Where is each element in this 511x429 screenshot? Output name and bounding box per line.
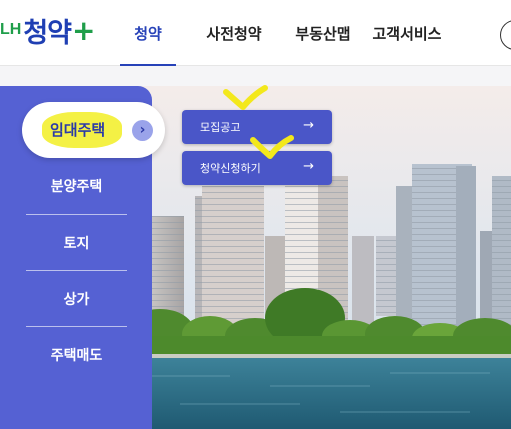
nav-item-customer-service[interactable]: 고객서비스 <box>370 0 444 66</box>
sidebar-item-sale-housing[interactable]: 분양주택 <box>26 158 127 214</box>
chevron-right-icon: › <box>132 120 153 141</box>
logo-prefix: LH <box>0 21 22 38</box>
submenu-notice-label: 모집공고 <box>200 121 241 134</box>
submenu-notice-button[interactable]: 모집공고 → <box>182 110 332 144</box>
logo-plus: + <box>72 13 96 47</box>
lh-cheongyak-logo[interactable]: LH 청약 + <box>0 10 95 50</box>
sidebar-item-rental-housing[interactable]: 임대주택 › <box>22 102 165 158</box>
nav-item-cheongyak[interactable]: 청약 <box>120 0 176 67</box>
main-nav: 청약 사전청약 부동산맵 고객서비스 <box>120 0 444 67</box>
arrow-right-icon: → <box>303 118 314 133</box>
sidebar-active-label: 임대주택 <box>50 121 106 139</box>
logo-name: 청약 <box>23 17 72 49</box>
site-header: LH 청약 + 청약 사전청약 부동산맵 고객서비스 <box>0 0 511 67</box>
nav-item-real-estate-map[interactable]: 부동산맵 <box>284 0 362 66</box>
submenu-apply-label: 청약신청하기 <box>200 162 261 175</box>
sidebar-item-house-sale[interactable]: 주택매도 <box>26 327 127 383</box>
arrow-right-icon: → <box>303 159 314 174</box>
nav-item-pre-subscription[interactable]: 사전청약 <box>190 0 278 66</box>
submenu-apply-button[interactable]: 청약신청하기 → <box>182 151 332 185</box>
menu-circle-button[interactable] <box>500 20 511 50</box>
sidebar-item-commercial[interactable]: 상가 <box>26 271 127 327</box>
sidebar-item-land[interactable]: 토지 <box>26 215 127 271</box>
